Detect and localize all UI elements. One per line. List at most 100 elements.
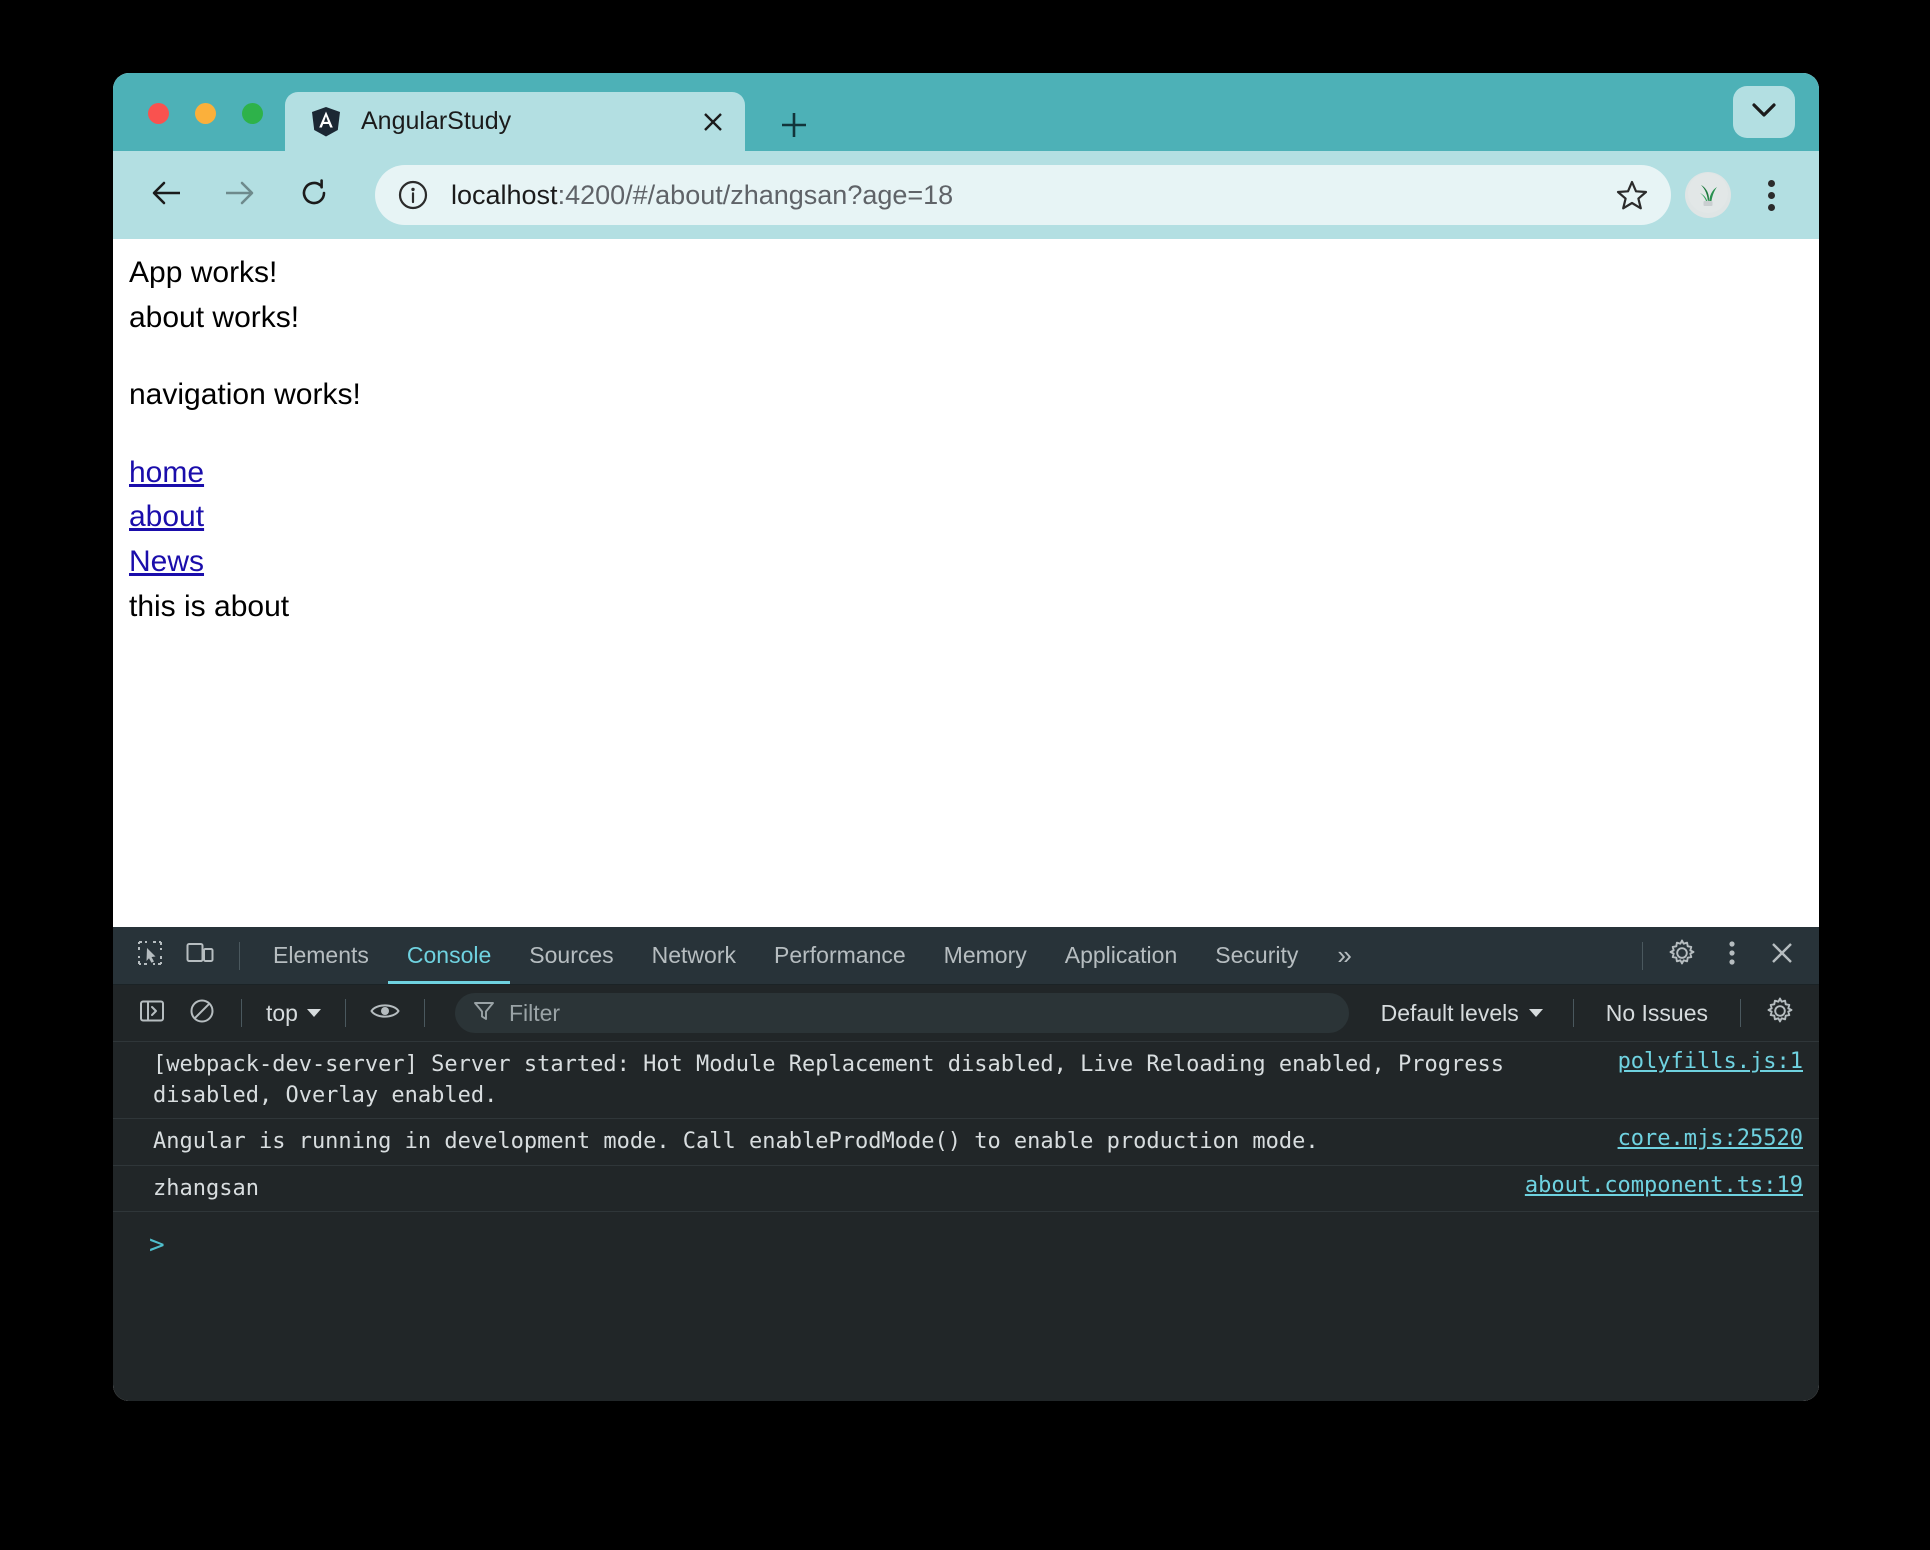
kebab-menu-icon	[1767, 203, 1775, 211]
about-works-text: about works!	[129, 300, 300, 334]
console-sidebar-icon	[139, 998, 165, 1029]
divider	[241, 999, 242, 1027]
console-message-source[interactable]: polyfills.js:1	[1618, 1049, 1803, 1074]
new-tab-button[interactable]	[773, 104, 815, 146]
url-host: localhost	[451, 179, 558, 210]
tab-sources[interactable]: Sources	[510, 927, 632, 984]
tab-application[interactable]: Application	[1046, 927, 1197, 984]
tab-title: AngularStudy	[361, 107, 512, 135]
back-button[interactable]	[139, 168, 193, 222]
devtools-more-button[interactable]	[1710, 934, 1754, 978]
inspect-element-button[interactable]	[128, 934, 172, 978]
eye-icon	[370, 1000, 400, 1027]
info-circle-icon[interactable]	[393, 175, 433, 215]
kebab-menu-icon	[1767, 179, 1775, 187]
nav-link-home[interactable]: home	[129, 453, 204, 493]
divider	[1740, 999, 1741, 1027]
console-message-text: [webpack-dev-server] Server started: Hot…	[153, 1052, 1518, 1109]
console-message-list: [webpack-dev-server] Server started: Hot…	[113, 1042, 1819, 1278]
url-path: :4200/#/about/zhangsan?age=18	[557, 179, 954, 210]
clear-console-button[interactable]	[180, 991, 224, 1035]
console-filter-placeholder: Filter	[508, 999, 561, 1026]
window-traffic-lights	[148, 103, 263, 124]
page-viewport: App works! about works! navigation works…	[113, 239, 1819, 927]
maximize-window-button[interactable]	[242, 103, 263, 124]
devtools-panel: Elements Console Sources Network Perform…	[113, 927, 1819, 1401]
profile-avatar[interactable]	[1685, 172, 1731, 218]
close-window-button[interactable]	[148, 103, 169, 124]
device-toolbar-button[interactable]	[178, 934, 222, 978]
browser-toolbar: localhost:4200/#/about/zhangsan?age=18	[113, 151, 1819, 239]
forward-button[interactable]	[213, 168, 267, 222]
reload-button[interactable]	[287, 168, 341, 222]
bookmark-star-icon[interactable]	[1609, 172, 1655, 218]
devtools-tab-bar: Elements Console Sources Network Perform…	[113, 927, 1819, 985]
tab-security[interactable]: Security	[1196, 927, 1317, 984]
console-message-source[interactable]: about.component.ts:19	[1525, 1173, 1803, 1198]
chevron-down-icon	[1528, 1009, 1543, 1017]
live-expression-button[interactable]	[363, 991, 407, 1035]
browser-menu-button[interactable]	[1749, 171, 1793, 219]
prompt-chevron-icon: >	[149, 1229, 165, 1260]
address-bar[interactable]: localhost:4200/#/about/zhangsan?age=18	[375, 165, 1671, 225]
more-tabs-button[interactable]: »	[1317, 940, 1371, 971]
chevron-down-icon	[1751, 102, 1777, 123]
tab-elements[interactable]: Elements	[254, 927, 388, 984]
navigation-works-text: navigation works!	[129, 378, 361, 412]
console-sidebar-button[interactable]	[130, 991, 174, 1035]
console-levels-label: Default levels	[1380, 999, 1519, 1026]
console-context-label: top	[266, 999, 298, 1026]
arrow-right-icon	[223, 179, 257, 212]
gear-icon	[1668, 939, 1696, 972]
console-message[interactable]: [webpack-dev-server] Server started: Hot…	[113, 1042, 1819, 1120]
divider	[1642, 941, 1643, 970]
app-works-text: App works!	[129, 256, 278, 289]
console-toolbar: top Filter Default levels No Issues	[113, 985, 1819, 1042]
nav-link-about[interactable]: about	[129, 497, 204, 537]
filter-icon	[473, 1000, 495, 1027]
tab-search-button[interactable]	[1733, 86, 1795, 138]
console-message-text: zhangsan	[153, 1175, 259, 1201]
console-message-source[interactable]: core.mjs:25520	[1618, 1126, 1803, 1151]
console-message[interactable]: zhangsan about.component.ts:19	[113, 1166, 1819, 1212]
reload-icon	[299, 178, 329, 213]
tab-performance[interactable]: Performance	[755, 927, 925, 984]
divider	[344, 999, 346, 1027]
tab-console[interactable]: Console	[388, 927, 510, 984]
kebab-menu-icon	[1767, 191, 1775, 199]
console-issues-label[interactable]: No Issues	[1588, 1000, 1726, 1027]
address-bar-url: localhost:4200/#/about/zhangsan?age=18	[451, 180, 1609, 211]
browser-window: AngularStudy localhost:4200/#/about/zhan…	[113, 73, 1819, 1401]
browser-tab[interactable]: AngularStudy	[285, 92, 745, 151]
this-is-about-text: this is about	[129, 589, 290, 623]
tab-strip: AngularStudy	[113, 73, 1819, 151]
gear-icon	[1766, 997, 1794, 1030]
console-filter-input[interactable]: Filter	[454, 993, 1349, 1033]
divider	[239, 941, 240, 970]
console-message[interactable]: Angular is running in development mode. …	[113, 1119, 1819, 1166]
device-toolbar-icon	[186, 941, 214, 970]
divider	[1572, 999, 1574, 1027]
console-settings-button[interactable]	[1758, 991, 1802, 1035]
chevron-down-icon	[306, 1009, 321, 1017]
kebab-menu-icon	[1728, 939, 1736, 972]
inspect-element-icon	[137, 940, 163, 971]
clear-console-icon	[189, 998, 215, 1029]
nav-link-news[interactable]: News	[129, 542, 204, 582]
avatar-plant-icon	[1688, 172, 1728, 218]
minimize-window-button[interactable]	[195, 103, 216, 124]
arrow-left-icon	[149, 179, 183, 212]
devtools-tabbar-actions	[1628, 934, 1807, 978]
devtools-close-button[interactable]	[1760, 934, 1804, 978]
tab-network[interactable]: Network	[633, 927, 755, 984]
tab-memory[interactable]: Memory	[925, 927, 1046, 984]
devtools-settings-button[interactable]	[1660, 934, 1704, 978]
console-prompt[interactable]: >	[113, 1212, 1819, 1278]
close-icon	[1770, 941, 1794, 970]
close-icon[interactable]	[691, 100, 735, 144]
divider	[423, 999, 425, 1027]
console-context-selector[interactable]: top	[256, 1000, 331, 1027]
console-levels-selector[interactable]: Default levels	[1365, 1000, 1559, 1027]
